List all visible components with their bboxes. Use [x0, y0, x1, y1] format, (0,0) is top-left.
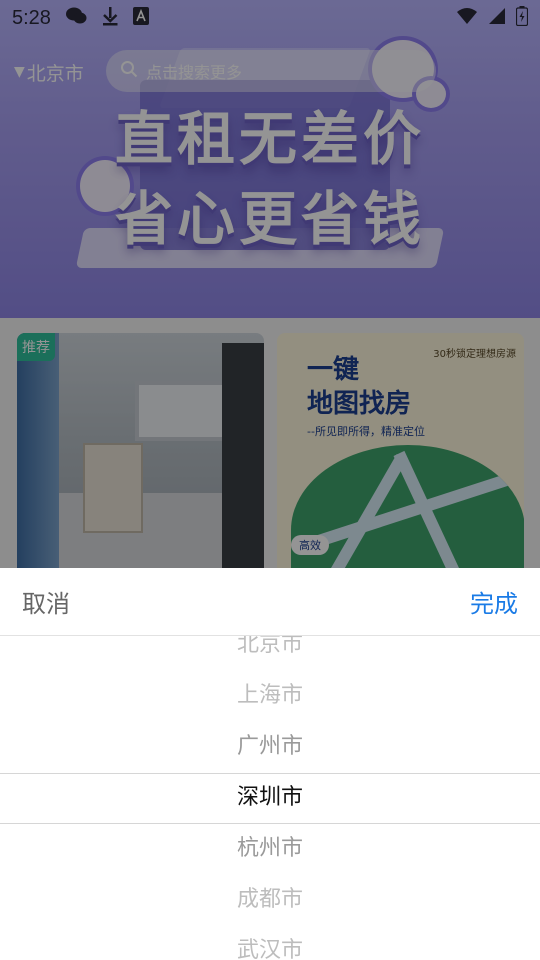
picker-option[interactable]: 北京市 [0, 636, 540, 670]
done-button[interactable]: 完成 [470, 584, 518, 619]
picker-option[interactable]: 深圳市 [0, 773, 540, 823]
cancel-button[interactable]: 取消 [22, 584, 70, 619]
picker-option[interactable]: 杭州市 [0, 824, 540, 874]
city-wheel-picker[interactable]: 北京市 上海市 广州市 深圳市 杭州市 成都市 武汉市 [0, 636, 540, 960]
modal-backdrop[interactable] [0, 0, 540, 568]
picker-option[interactable]: 广州市 [0, 722, 540, 772]
city-picker-sheet: 取消 完成 北京市 上海市 广州市 深圳市 杭州市 成都市 武汉市 [0, 568, 540, 960]
picker-toolbar: 取消 完成 [0, 568, 540, 636]
picker-option[interactable]: 成都市 [0, 875, 540, 925]
picker-option[interactable]: 上海市 [0, 671, 540, 721]
picker-option[interactable]: 武汉市 [0, 926, 540, 960]
